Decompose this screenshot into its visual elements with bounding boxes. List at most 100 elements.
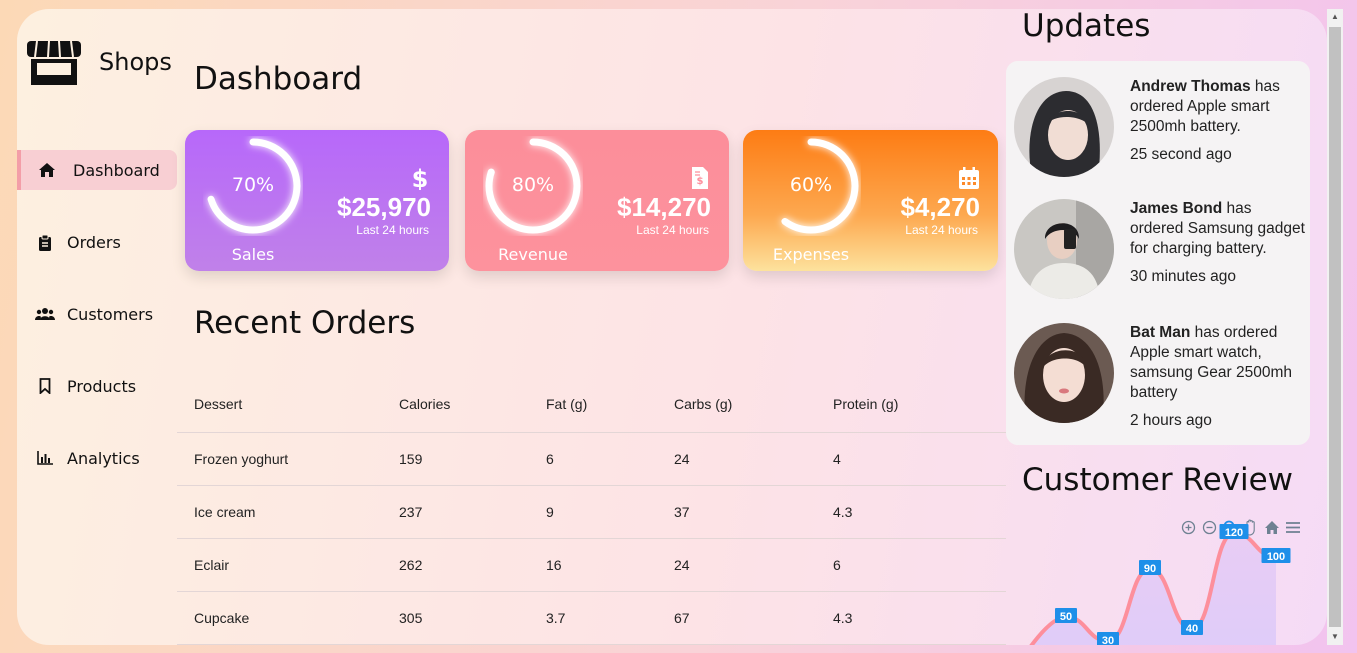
table-cell: 4.3 bbox=[833, 485, 1006, 539]
table-cell: 262 bbox=[399, 538, 546, 592]
table-row[interactable]: Ice cream 237 9 37 4.3 bbox=[177, 485, 1006, 539]
bookmark-icon bbox=[35, 376, 55, 396]
expenses-card[interactable]: 60% Expenses $4,270 Last 24 hours bbox=[743, 130, 998, 271]
column-header[interactable]: Dessert bbox=[177, 377, 399, 433]
table-cell: 3.7 bbox=[546, 591, 674, 645]
scroll-up-arrow[interactable]: ▲ bbox=[1330, 12, 1340, 22]
sidebar-item-orders[interactable]: Orders bbox=[17, 222, 177, 262]
table-cell: 4 bbox=[833, 432, 1006, 486]
sidebar-item-label: Customers bbox=[67, 304, 154, 324]
sidebar-item-label: Analytics bbox=[67, 448, 140, 468]
clipboard-icon bbox=[35, 232, 55, 252]
card-period: Last 24 hours bbox=[636, 223, 709, 237]
card-period: Last 24 hours bbox=[905, 223, 978, 237]
calendar-icon bbox=[959, 167, 979, 189]
data-label: 30 bbox=[1102, 635, 1114, 645]
data-label: 40 bbox=[1186, 623, 1198, 635]
column-header[interactable]: Carbs (g) bbox=[674, 377, 833, 433]
card-amount: $25,970 bbox=[337, 192, 431, 222]
page-title: Dashboard bbox=[194, 61, 363, 97]
sidebar-item-customers[interactable]: Customers bbox=[17, 294, 177, 334]
table-cell: 159 bbox=[399, 432, 546, 486]
update-user: Andrew Thomas bbox=[1130, 78, 1251, 95]
update-time: 25 second ago bbox=[1130, 146, 1232, 163]
table-cell: Ice cream bbox=[177, 485, 399, 539]
app-title: Shops bbox=[99, 48, 172, 76]
card-amount: $4,270 bbox=[900, 192, 980, 222]
card-period: Last 24 hours bbox=[356, 223, 429, 237]
table-cell: 24 bbox=[674, 432, 833, 486]
users-icon bbox=[35, 304, 55, 324]
update-text: James Bond has ordered Samsung gadget fo… bbox=[1130, 199, 1306, 287]
update-text: Bat Man has ordered Apple smart watch, s… bbox=[1130, 323, 1306, 431]
revenue-card[interactable]: 80% Revenue $ $14,270 Last 24 hours bbox=[465, 130, 729, 271]
updates-panel: Andrew Thomas has ordered Apple smart 25… bbox=[1006, 61, 1310, 445]
table-cell: 305 bbox=[399, 591, 546, 645]
update-time: 2 hours ago bbox=[1130, 412, 1212, 429]
table-cell: 24 bbox=[674, 538, 833, 592]
sidebar-item-products[interactable]: Products bbox=[17, 366, 177, 406]
table-row[interactable]: Cupcake 305 3.7 67 4.3 bbox=[177, 591, 1006, 645]
table-cell: 67 bbox=[674, 591, 833, 645]
sales-card[interactable]: 70% Sales $ $25,970 Last 24 hours bbox=[185, 130, 449, 271]
column-header[interactable]: Protein (g) bbox=[833, 377, 1006, 433]
avatar bbox=[1014, 323, 1114, 423]
home-icon bbox=[37, 160, 57, 180]
invoice-icon: $ bbox=[692, 167, 708, 189]
shop-icon bbox=[27, 40, 81, 85]
avatar bbox=[1014, 199, 1114, 299]
logo[interactable]: Shops bbox=[25, 37, 172, 87]
scrollbar[interactable]: ▲ ▼ bbox=[1327, 9, 1343, 645]
progress-percent: 80% bbox=[511, 174, 555, 196]
customer-review-chart[interactable]: 50 30 90 40 120 100 bbox=[1022, 509, 1322, 645]
update-time: 30 minutes ago bbox=[1130, 268, 1236, 285]
table-cell: 6 bbox=[833, 538, 1006, 592]
dollar-icon: $ bbox=[412, 166, 429, 190]
card-label: Sales bbox=[231, 245, 275, 264]
updates-title: Updates bbox=[1022, 9, 1151, 44]
table-cell: 237 bbox=[399, 485, 546, 539]
table-cell: 6 bbox=[546, 432, 674, 486]
data-label: 100 bbox=[1267, 551, 1285, 563]
column-header[interactable]: Fat (g) bbox=[546, 377, 674, 433]
sidebar-item-dashboard[interactable]: Dashboard bbox=[17, 150, 177, 190]
update-user: Bat Man bbox=[1130, 324, 1191, 341]
table-cell: 4.3 bbox=[833, 591, 1006, 645]
card-label: Revenue bbox=[498, 245, 568, 264]
svg-text:$: $ bbox=[697, 176, 704, 187]
card-label: Expenses bbox=[772, 245, 850, 264]
table-cell: Eclair bbox=[177, 538, 399, 592]
data-label: 50 bbox=[1060, 611, 1072, 623]
app-container: Shops Dashboard Orders Customers Product… bbox=[17, 9, 1327, 645]
card-amount: $14,270 bbox=[617, 192, 711, 222]
scroll-down-arrow[interactable]: ▼ bbox=[1330, 632, 1340, 642]
avatar bbox=[1014, 77, 1114, 177]
chart-area bbox=[1026, 533, 1276, 645]
progress-percent: 60% bbox=[789, 174, 833, 196]
data-label: 90 bbox=[1144, 563, 1156, 575]
recent-orders-title: Recent Orders bbox=[194, 305, 416, 341]
column-header[interactable]: Calories bbox=[399, 377, 546, 433]
table-cell: Frozen yoghurt bbox=[177, 432, 399, 486]
customer-review-title: Customer Review bbox=[1022, 462, 1294, 498]
sidebar-item-label: Products bbox=[67, 376, 137, 396]
sidebar-item-label: Dashboard bbox=[73, 160, 160, 180]
sidebar-item-label: Orders bbox=[67, 232, 121, 252]
table-row[interactable]: Eclair 262 16 24 6 bbox=[177, 538, 1006, 592]
sidebar-item-analytics[interactable]: Analytics bbox=[17, 438, 177, 478]
orders-table: Dessert Calories Fat (g) Carbs (g) Prote… bbox=[177, 377, 1006, 645]
table-header-row: Dessert Calories Fat (g) Carbs (g) Prote… bbox=[177, 377, 1006, 433]
scroll-thumb[interactable] bbox=[1329, 27, 1341, 627]
update-user: James Bond bbox=[1130, 200, 1223, 217]
svg-text:$: $ bbox=[412, 166, 429, 190]
sidebar-menu: Dashboard Orders Customers Products Anal… bbox=[17, 150, 177, 510]
table-cell: 37 bbox=[674, 485, 833, 539]
update-text: Andrew Thomas has ordered Apple smart 25… bbox=[1130, 77, 1306, 165]
data-label: 120 bbox=[1225, 527, 1243, 539]
progress-percent: 70% bbox=[231, 174, 275, 196]
bar-chart-icon bbox=[35, 448, 55, 468]
table-row[interactable]: Frozen yoghurt 159 6 24 4 bbox=[177, 432, 1006, 486]
table-cell: Cupcake bbox=[177, 591, 399, 645]
table-cell: 9 bbox=[546, 485, 674, 539]
table-cell: 16 bbox=[546, 538, 674, 592]
